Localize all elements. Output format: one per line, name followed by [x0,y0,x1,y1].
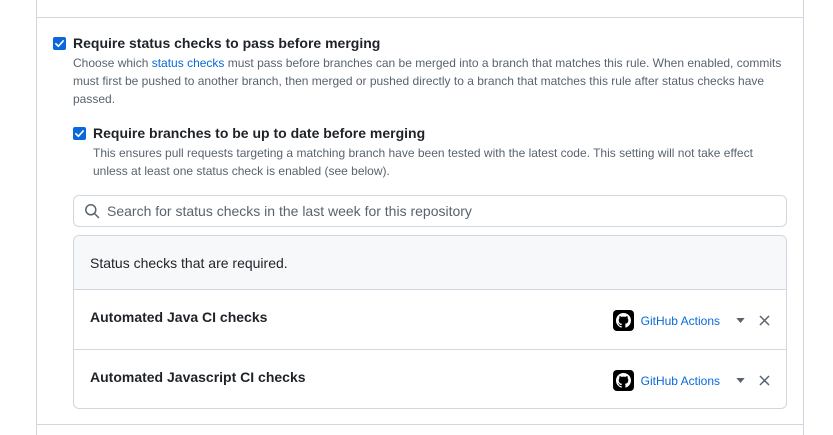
checkmark-icon [55,40,64,48]
close-icon[interactable] [758,315,770,327]
description-text: unless at least one status check is enab… [93,164,390,178]
description-text: This ensures pull requests targeting a m… [93,146,753,160]
close-icon[interactable] [758,375,770,387]
divider [36,424,804,425]
chevron-down-icon[interactable] [734,315,746,327]
github-logo-icon [612,310,634,331]
checkmark-icon [75,130,84,138]
check-name: Automated Javascript CI checks [90,369,306,385]
status-checks-label[interactable]: Require status checks to pass before mer… [73,35,380,51]
required-checks-list: Status checks that are required. Automat… [73,235,787,409]
search-input[interactable] [107,203,747,219]
up-to-date-label[interactable]: Require branches to be up to date before… [93,125,425,141]
search-icon [84,203,100,219]
status-checks-checkbox[interactable] [53,37,66,50]
list-item: Automated Javascript CI checks GitHub Ac… [74,349,786,408]
description-text: Choose which [73,56,152,70]
app-link[interactable]: GitHub Actions [641,314,720,328]
description-text: must first be pushed to another branch, … [73,74,765,88]
status-checks-description: Choose which status checks must pass bef… [73,54,793,108]
app-link[interactable]: GitHub Actions [641,374,720,388]
list-item: Automated Java CI checks GitHub Actions [74,290,786,349]
status-checks-link[interactable]: status checks [152,56,225,70]
required-checks-header: Status checks that are required. [74,236,786,290]
chevron-down-icon[interactable] [734,375,746,387]
divider [36,17,804,18]
up-to-date-description: This ensures pull requests targeting a m… [93,144,793,180]
description-text: passed. [73,92,116,106]
description-text: must pass before branches can be merged … [224,56,782,70]
check-name: Automated Java CI checks [90,309,268,325]
github-logo-icon [612,370,634,391]
up-to-date-checkbox[interactable] [73,127,86,140]
status-check-search[interactable] [73,195,787,227]
